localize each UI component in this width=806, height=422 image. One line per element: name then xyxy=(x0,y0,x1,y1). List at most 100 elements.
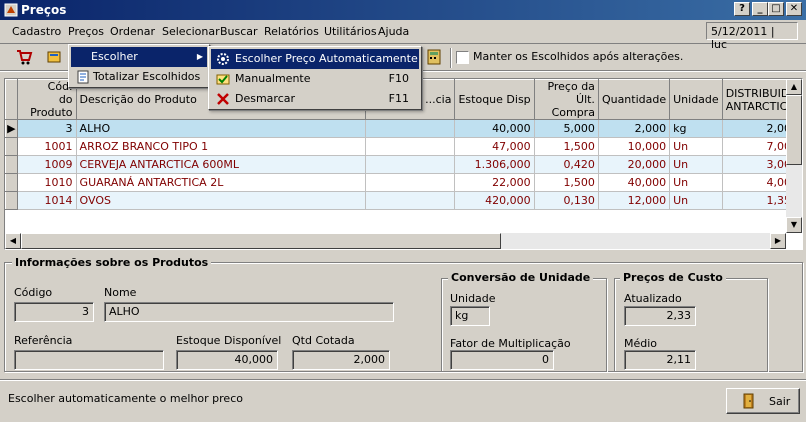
menu-utilitarios[interactable]: Utilitários xyxy=(324,25,377,38)
cell-codigo: 1001 xyxy=(17,137,77,156)
menu-bar: Cadastro Preços Ordenar Selecionar Busca… xyxy=(0,20,806,51)
medio-label: Médio xyxy=(624,337,658,350)
keep-chosen-checkbox[interactable]: Manter os Escolhidos após alterações. xyxy=(456,50,683,64)
cell-quantidade: 2,000 xyxy=(598,119,671,138)
medio-field: 2,11 xyxy=(624,350,696,370)
col-quantidade[interactable]: Quantidade xyxy=(597,79,671,120)
sair-button[interactable]: Sair xyxy=(726,388,800,414)
menu-selecionar[interactable]: Selecionar xyxy=(162,25,220,38)
close-button[interactable]: ✕ xyxy=(786,2,802,16)
window-title: Preços xyxy=(21,3,67,17)
cell-quantidade: 40,000 xyxy=(598,173,671,192)
cell-preco: 0,420 xyxy=(534,155,599,174)
scroll-down-icon[interactable]: ▼ xyxy=(786,217,802,233)
cell-descricao: ALHO xyxy=(76,119,367,138)
cell-descricao: OVOS xyxy=(76,191,367,210)
unidade-label: Unidade xyxy=(450,292,496,305)
unidade-field: kg xyxy=(450,306,490,326)
help-caption-button[interactable]: ? xyxy=(734,2,750,16)
cell-descricao: ARROZ BRANCO TIPO 1 xyxy=(76,137,367,156)
cell-estoque: 40,000 xyxy=(454,119,535,138)
cell-estoque: 22,000 xyxy=(454,173,535,192)
col-unidade[interactable]: Unidade xyxy=(669,79,723,120)
footer-divider xyxy=(0,379,806,381)
table-row[interactable]: ▶ 3 ALHO 40,000 5,000 2,000 kg 2,000 xyxy=(5,119,802,138)
cell-codigo: 3 xyxy=(17,119,77,138)
calculator-icon[interactable] xyxy=(424,48,444,68)
cell-referencia xyxy=(365,173,456,192)
cell-unidade: Un xyxy=(669,155,723,174)
escolher-label: Escolher xyxy=(91,50,138,63)
keep-chosen-label: Manter os Escolhidos após alterações. xyxy=(473,50,684,63)
report-icon[interactable] xyxy=(44,48,64,68)
horizontal-scroll-thumb[interactable] xyxy=(21,233,501,249)
row-indicator xyxy=(5,191,18,210)
manualmente-label: Manualmente xyxy=(235,72,311,85)
totalizar-label: Totalizar Escolhidos xyxy=(93,70,201,83)
qtd-cotada-field: 2,000 xyxy=(292,350,390,370)
table-row[interactable]: 1009 CERVEJA ANTARCTICA 600ML 1.306,000 … xyxy=(5,155,802,174)
referencia-label: Referência xyxy=(14,334,73,347)
menu-buscar[interactable]: Buscar xyxy=(220,25,258,38)
info-group-title: Informações sobre os Produtos xyxy=(12,256,212,269)
menu-ordenar[interactable]: Ordenar xyxy=(110,25,155,38)
title-bar: Preços ? _ □ ✕ xyxy=(0,0,806,20)
estoque-field: 40,000 xyxy=(176,350,278,370)
app-icon xyxy=(4,3,18,17)
menu-precos[interactable]: Preços xyxy=(68,25,104,38)
menu-item-totalizar[interactable]: Totalizar Escolhidos xyxy=(71,67,207,87)
menu-item-manualmente[interactable]: Manualmente F10 xyxy=(211,69,419,89)
cart-icon[interactable] xyxy=(14,48,34,68)
minimize-button[interactable]: _ xyxy=(752,2,768,16)
sair-label: Sair xyxy=(769,395,791,408)
cell-descricao: CERVEJA ANTARCTICA 600ML xyxy=(76,155,367,174)
menu-item-escolher-auto[interactable]: Escolher Preço Automaticamente xyxy=(211,49,419,69)
cell-quantidade: 20,000 xyxy=(598,155,671,174)
qtd-cotada-label: Qtd Cotada xyxy=(292,334,355,347)
cell-preco: 1,500 xyxy=(534,137,599,156)
scroll-up-icon[interactable]: ▲ xyxy=(786,79,802,95)
vertical-scroll-thumb[interactable] xyxy=(786,95,802,165)
cell-preco: 5,000 xyxy=(534,119,599,138)
cell-quantidade: 12,000 xyxy=(598,191,671,210)
col-estoque[interactable]: Estoque Disp xyxy=(454,79,535,120)
menu-item-desmarcar[interactable]: Desmarcar F11 xyxy=(211,89,419,109)
escolher-submenu: Escolher Preço Automaticamente Manualmen… xyxy=(208,46,422,110)
cell-unidade: Un xyxy=(669,191,723,210)
menu-ajuda[interactable]: Ajuda xyxy=(378,25,409,38)
scroll-left-icon[interactable]: ◀ xyxy=(5,233,21,249)
atualizado-label: Atualizado xyxy=(624,292,682,305)
cell-referencia xyxy=(365,155,456,174)
hand-pointer-icon xyxy=(216,74,230,85)
conversao-title: Conversão de Unidade xyxy=(448,271,594,284)
col-preco[interactable]: Preço da Últ. Compra xyxy=(533,79,599,120)
cell-estoque: 47,000 xyxy=(454,137,535,156)
menu-cadastro[interactable]: Cadastro xyxy=(12,25,61,38)
atualizado-field: 2,33 xyxy=(624,306,696,326)
estoque-label: Estoque Disponível xyxy=(176,334,282,347)
nome-label: Nome xyxy=(104,286,137,299)
date-user-display: 5/12/2011 | luc xyxy=(706,22,798,51)
row-indicator-icon: ▶ xyxy=(5,119,18,138)
document-icon xyxy=(77,70,89,84)
scroll-right-icon[interactable]: ▶ xyxy=(770,233,786,249)
door-exit-icon xyxy=(743,393,754,409)
horizontal-scrollbar[interactable]: ◀ ▶ xyxy=(5,233,786,249)
table-row[interactable]: 1010 GUARANÁ ANTARCTICA 2L 22,000 1,500 … xyxy=(5,173,802,192)
checkbox-box[interactable] xyxy=(456,50,469,64)
escolher-auto-label: Escolher Preço Automaticamente xyxy=(235,52,418,65)
menu-item-escolher[interactable]: Escolher ▶ xyxy=(71,47,207,67)
cell-codigo: 1014 xyxy=(17,191,77,210)
precos-menu: Escolher ▶ Totalizar Escolhidos xyxy=(68,44,210,88)
menu-relatorios[interactable]: Relatórios xyxy=(264,25,319,38)
maximize-button[interactable]: □ xyxy=(768,2,784,16)
table-row[interactable]: 1014 OVOS 420,000 0,130 12,000 Un 1,350 xyxy=(5,191,802,210)
indicator-header xyxy=(5,79,18,120)
cell-codigo: 1010 xyxy=(17,173,77,192)
table-row[interactable]: 1001 ARROZ BRANCO TIPO 1 47,000 1,500 10… xyxy=(5,137,802,156)
row-indicator xyxy=(5,173,18,192)
cell-referencia xyxy=(365,191,456,210)
cell-preco: 0,130 xyxy=(534,191,599,210)
vertical-scrollbar[interactable]: ▲ ▼ xyxy=(786,79,802,233)
fator-label: Fator de Multiplicação xyxy=(450,337,571,350)
